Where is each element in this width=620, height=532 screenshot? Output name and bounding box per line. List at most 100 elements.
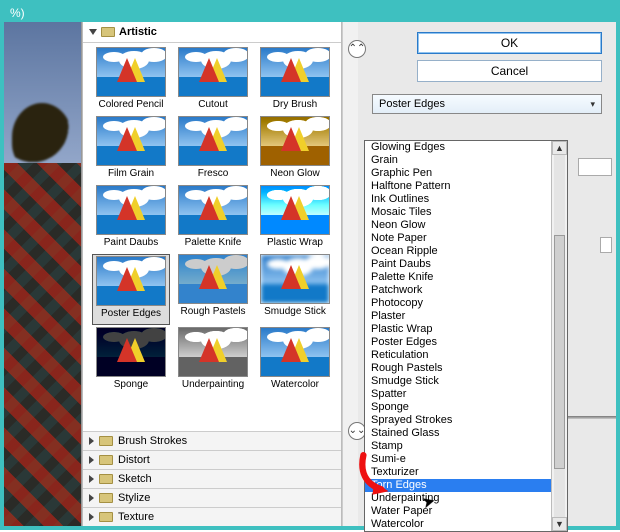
filter-thumb[interactable]: Smudge Stick	[256, 254, 334, 325]
chevron-down-icon: ▾	[590, 99, 595, 110]
filter-thumb[interactable]: Rough Pastels	[174, 254, 252, 325]
dropdown-item[interactable]: Patchwork	[365, 284, 551, 297]
filter-thumb[interactable]: Cutout	[174, 47, 252, 114]
disclosure-closed-icon	[89, 513, 94, 521]
disclosure-closed-icon	[89, 456, 94, 464]
slider-stub[interactable]	[600, 237, 612, 253]
dropdown-item[interactable]: Rough Pastels	[365, 362, 551, 375]
dropdown-item[interactable]: Sprayed Strokes	[365, 414, 551, 427]
thumb-label: Poster Edges	[101, 306, 161, 323]
thumb-label: Dry Brush	[273, 97, 317, 114]
category-label: Brush Strokes	[118, 435, 187, 447]
thumb-preview	[178, 47, 248, 97]
filter-thumb[interactable]: Palette Knife	[174, 185, 252, 252]
dropdown-item[interactable]: Note Paper	[365, 232, 551, 245]
collapse-top-button[interactable]: ⌃⌃	[348, 40, 366, 58]
category-label: Sketch	[118, 473, 152, 485]
dropdown-item[interactable]: Plaster	[365, 310, 551, 323]
scroll-down-icon[interactable]: ▼	[552, 517, 567, 531]
annotation-arrow-icon	[358, 452, 394, 498]
dropdown-item[interactable]: Watercolor	[365, 518, 551, 531]
thumbnail-grid: Colored Pencil Cutout Dry Brush Film Grain F…	[83, 43, 341, 431]
filter-thumb[interactable]: Poster Edges	[92, 254, 170, 325]
dropdown-item[interactable]: Neon Glow	[365, 219, 551, 232]
folder-icon	[99, 512, 113, 522]
dropdown-item[interactable]: Mosaic Tiles	[365, 206, 551, 219]
thumb-preview	[260, 327, 330, 377]
dropdown-item[interactable]: Ocean Ripple	[365, 245, 551, 258]
preview-pane	[4, 22, 82, 526]
thumb-label: Plastic Wrap	[267, 235, 323, 252]
scroll-up-icon[interactable]: ▲	[552, 141, 567, 155]
disclosure-closed-icon	[89, 494, 94, 502]
thumb-label: Sponge	[114, 377, 148, 394]
filter-thumb[interactable]: Underpainting	[174, 327, 252, 394]
collapsed-categories: Brush Strokes Distort Sketch Stylize Texture	[83, 431, 341, 526]
category-header[interactable]: Texture	[83, 507, 341, 526]
disclosure-open-icon	[89, 29, 97, 35]
dropdown-item[interactable]: Grain	[365, 154, 551, 167]
titlebar: %)	[4, 4, 616, 22]
cancel-button[interactable]: Cancel	[417, 60, 602, 82]
dropdown-item[interactable]: Water Paper	[365, 505, 551, 518]
slider-stub[interactable]	[578, 158, 612, 176]
dropdown-item[interactable]: Spatter	[365, 388, 551, 401]
controls-panel: ⌃⌃ OK Cancel Poster Edges ▾ ⌄⌄ Glowing E…	[358, 22, 616, 526]
disclosure-closed-icon	[89, 475, 94, 483]
dropdown-item[interactable]: Plastic Wrap	[365, 323, 551, 336]
dropdown-item[interactable]: Paint Daubs	[365, 258, 551, 271]
dropdown-item[interactable]: Smudge Stick	[365, 375, 551, 388]
thumb-preview	[178, 254, 248, 304]
gallery-scrollbar[interactable]	[342, 22, 358, 526]
dropdown-item[interactable]: Graphic Pen	[365, 167, 551, 180]
chevron-up-icon: ⌃⌃	[349, 44, 366, 54]
filter-thumb[interactable]: Paint Daubs	[92, 185, 170, 252]
dropdown-item[interactable]: Stained Glass	[365, 427, 551, 440]
filter-select[interactable]: Poster Edges ▾	[372, 94, 602, 114]
category-label: Texture	[118, 511, 154, 523]
dropdown-item[interactable]: Photocopy	[365, 297, 551, 310]
dropdown-item[interactable]: Glowing Edges	[365, 141, 551, 154]
dropdown-item[interactable]: Ink Outlines	[365, 193, 551, 206]
category-header[interactable]: Distort	[83, 450, 341, 469]
filter-thumb[interactable]: Fresco	[174, 116, 252, 183]
thumb-preview	[260, 185, 330, 235]
folder-icon	[99, 474, 113, 484]
dialog-body: Artistic Colored Pencil Cutout Dry Brush Fi…	[4, 22, 616, 526]
filter-thumb[interactable]: Film Grain	[92, 116, 170, 183]
filter-thumb[interactable]: Dry Brush	[256, 47, 334, 114]
category-header[interactable]: Stylize	[83, 488, 341, 507]
thumb-label: Palette Knife	[185, 235, 242, 252]
dropdown-item[interactable]: Sponge	[365, 401, 551, 414]
dropdown-scrollbar[interactable]: ▲ ▼	[551, 141, 567, 531]
category-header[interactable]: Sketch	[83, 469, 341, 488]
chevron-down-icon: ⌄⌄	[349, 426, 366, 436]
thumb-preview	[178, 185, 248, 235]
category-header[interactable]: Brush Strokes	[83, 431, 341, 450]
thumb-preview	[96, 327, 166, 377]
thumb-preview	[260, 47, 330, 97]
dropdown-item[interactable]: Reticulation	[365, 349, 551, 362]
filter-thumb[interactable]: Sponge	[92, 327, 170, 394]
thumb-label: Smudge Stick	[264, 304, 326, 321]
filter-gallery: Artistic Colored Pencil Cutout Dry Brush Fi…	[82, 22, 342, 526]
filter-thumb[interactable]: Neon Glow	[256, 116, 334, 183]
filter-thumb[interactable]: Plastic Wrap	[256, 185, 334, 252]
category-header-artistic[interactable]: Artistic	[83, 22, 341, 43]
dropdown-item[interactable]: Palette Knife	[365, 271, 551, 284]
thumb-preview	[260, 254, 330, 304]
dropdown-item[interactable]: Poster Edges	[365, 336, 551, 349]
title-fragment: %)	[10, 6, 25, 20]
thumb-preview	[178, 116, 248, 166]
filter-thumb[interactable]: Colored Pencil	[92, 47, 170, 114]
dropdown-item[interactable]: Halftone Pattern	[365, 180, 551, 193]
thumb-preview	[96, 47, 166, 97]
thumb-label: Fresco	[198, 166, 229, 183]
thumb-label: Colored Pencil	[98, 97, 163, 114]
ok-button[interactable]: OK	[417, 32, 602, 54]
filter-thumb[interactable]: Watercolor	[256, 327, 334, 394]
folder-icon	[101, 27, 115, 37]
folder-icon	[99, 436, 113, 446]
thumb-label: Paint Daubs	[104, 235, 158, 252]
thumb-label: Underpainting	[182, 377, 244, 394]
